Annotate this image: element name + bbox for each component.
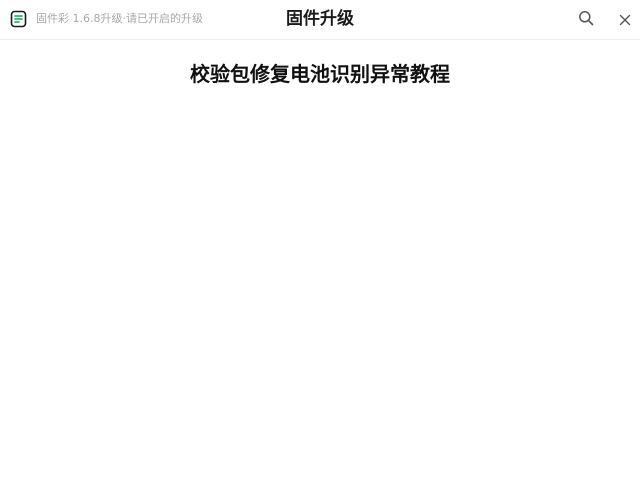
close-icon: [619, 11, 631, 30]
title-bar: 固件彩 1.6.8升级·请已开启的升级 固件升级: [0, 0, 640, 40]
close-button[interactable]: [614, 9, 636, 31]
app-window: 固件彩 1.6.8升级·请已开启的升级 固件升级 校验包修复电池识别异常教程: [0, 0, 640, 480]
search-button[interactable]: [575, 9, 597, 31]
window-title: 固件升级: [286, 9, 354, 29]
document-heading: 校验包修复电池识别异常教程: [190, 62, 450, 86]
search-icon: [578, 10, 594, 30]
document-content: 校验包修复电池识别异常教程: [0, 41, 640, 480]
